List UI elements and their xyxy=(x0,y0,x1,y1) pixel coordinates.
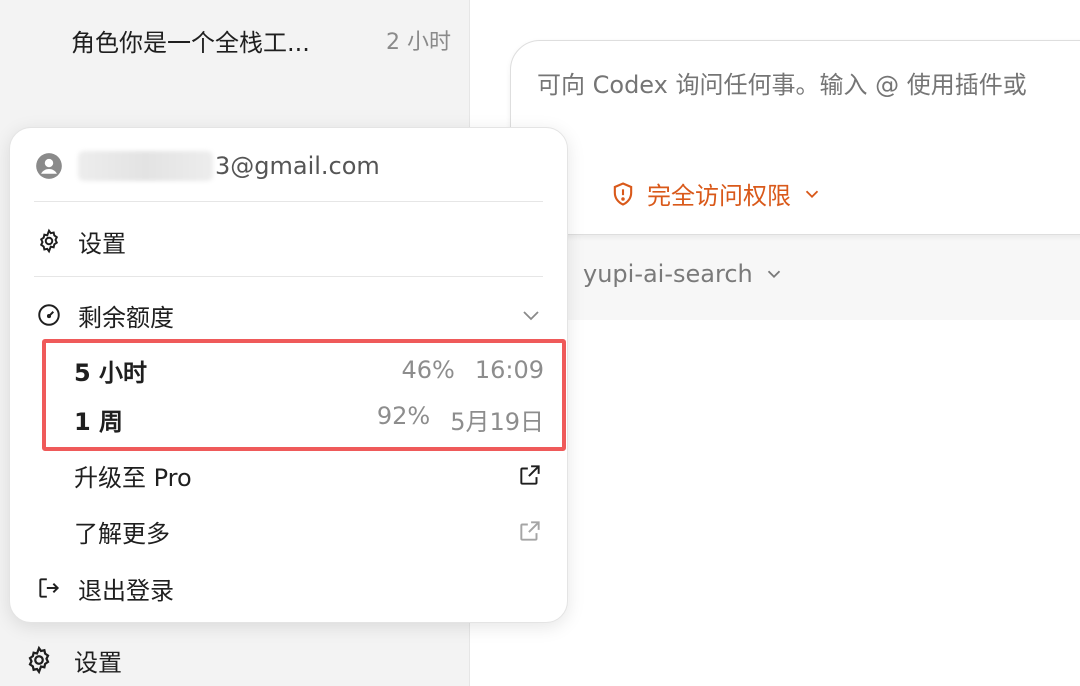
gear-icon xyxy=(24,645,54,675)
sidebar-settings-button[interactable]: 设置 xyxy=(24,640,122,680)
remaining-quota-label: 剩余额度 xyxy=(78,303,174,332)
logout-label: 退出登录 xyxy=(78,576,174,605)
sidebar-settings-label: 设置 xyxy=(74,648,122,677)
quota-percent: 92% xyxy=(376,401,431,430)
upgrade-pro-label: 升级至 Pro xyxy=(74,463,192,492)
branch-label: yupi-ai-search xyxy=(583,260,753,288)
menu-item-learn-more[interactable]: 了解更多 xyxy=(74,511,543,551)
thread-title: 角色你是一个全栈工... xyxy=(71,28,310,57)
quota-row-5h: 5 小时 46% 16:09 xyxy=(74,350,544,390)
external-link-icon xyxy=(517,518,543,544)
menu-item-upgrade-pro[interactable]: 升级至 Pro xyxy=(74,455,543,495)
quota-label: 5 小时 xyxy=(74,358,148,387)
quota-row-1w: 1 周 92% 5月19日 xyxy=(74,399,544,439)
chevron-down-icon xyxy=(801,183,823,205)
chevron-down-icon xyxy=(519,303,543,327)
branch-selector[interactable]: yupi-ai-search xyxy=(583,260,785,288)
menu-item-settings-label: 设置 xyxy=(78,229,126,258)
gear-icon xyxy=(34,226,64,256)
logout-icon xyxy=(34,573,64,603)
account-menu: 3@gmail.com 设置 剩余额度 5 小时 46% 16:09 1 周 9… xyxy=(9,127,568,623)
divider xyxy=(34,276,543,277)
access-permission-label: 完全访问权限 xyxy=(647,182,791,210)
shield-alert-icon xyxy=(609,180,637,208)
email-redacted xyxy=(78,151,213,181)
quota-label: 1 周 xyxy=(74,407,124,436)
gauge-icon xyxy=(34,300,64,330)
account-email: 3@gmail.com xyxy=(215,152,380,180)
access-permission-dropdown[interactable]: 完全访问权限 xyxy=(609,176,823,211)
prompt-input[interactable] xyxy=(537,71,1080,99)
thread-time: 2 小时 xyxy=(386,30,451,55)
learn-more-label: 了解更多 xyxy=(74,519,170,548)
composer: 完全访问权限 xyxy=(510,40,1080,235)
account-row: 3@gmail.com xyxy=(34,148,543,184)
quota-reset-time: 5月19日 xyxy=(450,407,544,436)
thread-item[interactable]: 角色你是一个全栈工... 2 小时 xyxy=(71,22,451,58)
external-link-icon xyxy=(517,462,543,488)
chevron-down-icon xyxy=(763,263,785,285)
quota-percent: 46% xyxy=(401,356,455,384)
user-avatar-icon xyxy=(34,151,64,181)
quota-reset-time: 16:09 xyxy=(474,356,544,384)
menu-item-logout[interactable]: 退出登录 xyxy=(34,568,543,608)
divider xyxy=(34,201,543,202)
menu-item-settings[interactable]: 设置 xyxy=(34,221,543,261)
remaining-quota-toggle[interactable]: 剩余额度 xyxy=(34,295,543,335)
